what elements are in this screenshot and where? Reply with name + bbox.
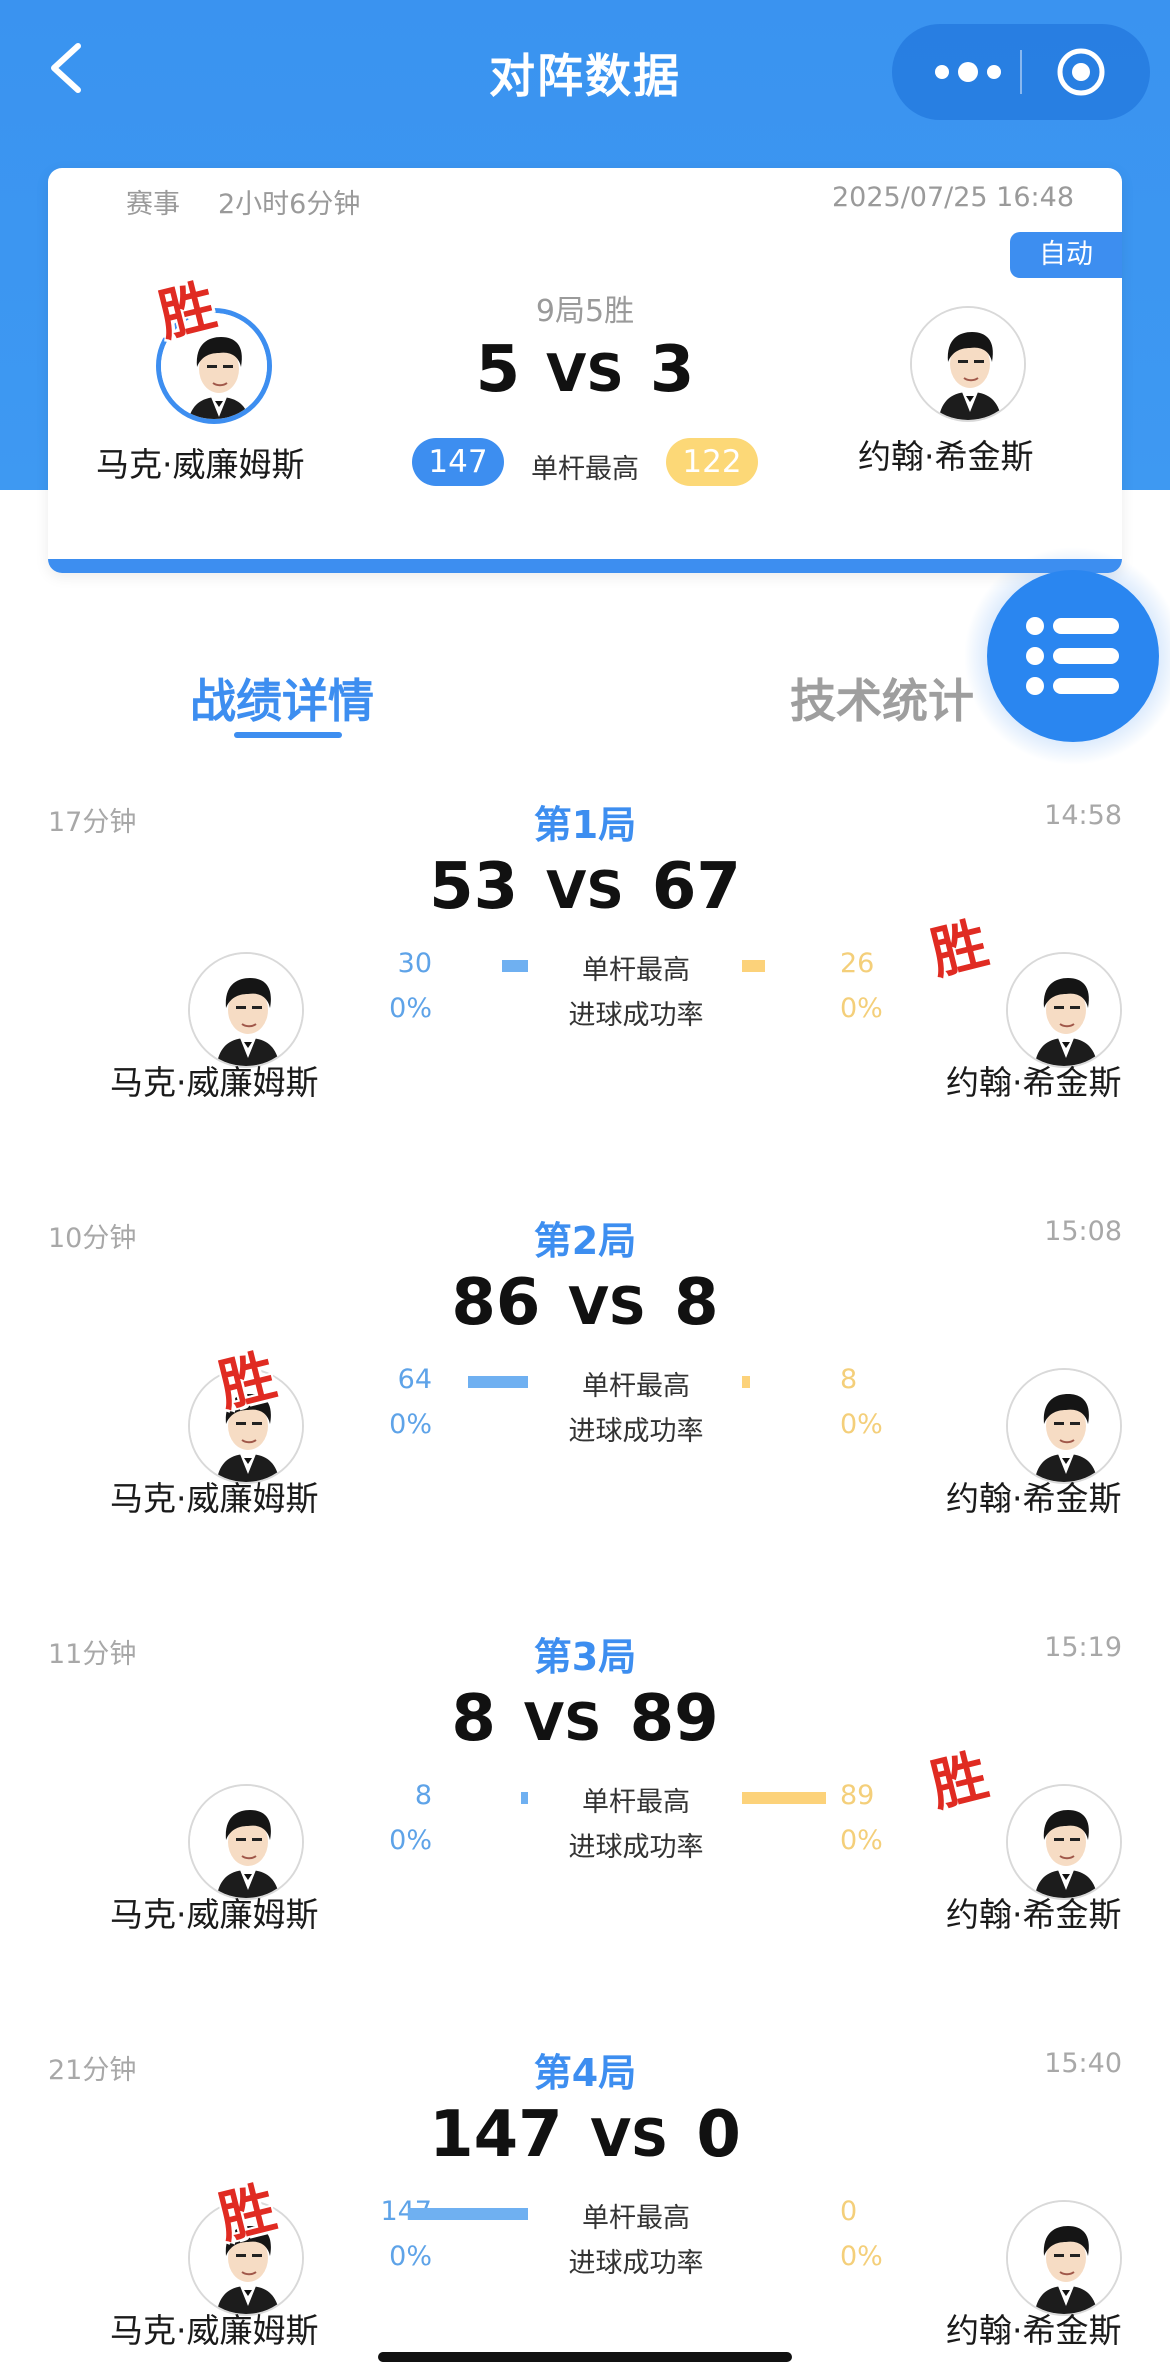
success-rate-label: 进球成功率	[568, 1416, 704, 1447]
highbreak-left-value: 30	[397, 948, 432, 979]
highbreak-right-pill: 122	[666, 438, 758, 486]
highbreak-label: 单杆最高	[582, 2203, 690, 2234]
avatar-right[interactable]	[1006, 1368, 1122, 1484]
highbreak-right-value: 89	[840, 1780, 875, 1811]
tab-record-details[interactable]: 战绩详情	[190, 665, 374, 731]
capsule-divider	[1020, 50, 1022, 94]
success-rate-label: 进球成功率	[568, 1000, 704, 1031]
score-left: 5	[475, 333, 521, 407]
match-meta: 赛事 2小时6分钟	[126, 182, 398, 221]
avatar-right[interactable]	[1006, 2200, 1122, 2316]
vs-label: VS	[546, 861, 624, 921]
match-summary-card: 赛事 2小时6分钟 2025/07/25 16:48 自动 9局5胜 5 VS 3 1…	[48, 168, 1122, 573]
success-rate-right: 0%	[840, 1825, 883, 1856]
highbreak-left-value: 8	[414, 1780, 432, 1811]
tab-active-indicator	[234, 732, 342, 738]
success-rate-left: 0%	[389, 1409, 432, 1440]
frame-card[interactable]: 21分钟 第4局 15:40 147 VS 0 147 单杆最高 0 0% 进球成功率 0% 马克·威廉…	[0, 2048, 1170, 2362]
frame-score: 8 VS 89	[0, 1682, 1170, 1756]
avatar-right[interactable]	[910, 306, 1026, 422]
player-left-name: 马克·威廉姆斯	[110, 1895, 319, 1934]
highbreak-right-value: 8	[840, 1364, 858, 1395]
avatar-left[interactable]	[188, 1784, 304, 1900]
frame-score-left: 147	[429, 2098, 563, 2172]
frame-title: 第2局	[533, 1219, 637, 1263]
frame-score: 53 VS 67	[0, 850, 1170, 924]
highbreak-left-bar	[468, 1376, 528, 1388]
success-rate-left: 0%	[389, 993, 432, 1024]
frame-time: 15:40	[1044, 2048, 1122, 2079]
frame-score-right: 8	[674, 1266, 719, 1340]
highbreak-label: 单杆最高	[582, 1787, 690, 1818]
player-left-name: 马克·威廉姆斯	[110, 1063, 319, 1102]
floating-menu-button[interactable]	[963, 546, 1170, 766]
highbreak-right-value: 26	[840, 948, 875, 979]
floating-menu-inner	[987, 570, 1159, 742]
frame-score-left: 53	[429, 850, 519, 924]
player-right-name: 约翰·希金斯	[946, 1063, 1122, 1102]
player-right-name: 约翰·希金斯	[946, 2311, 1122, 2350]
frame-score: 147 VS 0	[0, 2098, 1170, 2172]
frame-time: 14:58	[1044, 800, 1122, 831]
highbreak-right-value: 0	[840, 2196, 858, 2227]
highbreak-right-bar	[742, 1376, 750, 1388]
frame-score-right: 0	[696, 2098, 741, 2172]
nav-bar: 对阵数据	[0, 0, 1170, 150]
highbreak-left-value: 64	[397, 1364, 432, 1395]
frame-score: 86 VS 8	[0, 1266, 1170, 1340]
score-right: 3	[649, 333, 695, 407]
highbreak-label: 单杆最高	[582, 1371, 690, 1402]
card-accent-strip	[48, 559, 1122, 573]
success-rate-label: 进球成功率	[568, 2248, 704, 2279]
mini-program-capsule	[892, 24, 1150, 120]
highbreak-left-bar	[502, 960, 528, 972]
avatar-left[interactable]	[188, 952, 304, 1068]
vs-label: VS	[546, 344, 624, 404]
highbreak-label: 单杆最高	[582, 955, 690, 986]
player-right-name: 约翰·希金斯	[946, 1479, 1122, 1518]
player-left-name: 马克·威廉姆斯	[110, 2311, 319, 2350]
vs-label: VS	[568, 1277, 647, 1337]
highbreak-right-bar	[742, 1792, 826, 1804]
match-datetime: 2025/07/25 16:48	[831, 182, 1074, 213]
frame-score-right: 89	[629, 1682, 719, 1756]
player-left-name: 马克·威廉姆斯	[110, 1479, 319, 1518]
vs-label: VS	[590, 2109, 669, 2169]
close-target-icon[interactable]	[1055, 46, 1107, 98]
success-rate-left: 0%	[389, 2241, 432, 2272]
frame-title: 第1局	[533, 803, 637, 847]
frame-time: 15:08	[1044, 1216, 1122, 1247]
frame-title: 第3局	[533, 1635, 637, 1679]
highbreak-right-bar	[742, 960, 765, 972]
frame-score-left: 8	[451, 1682, 496, 1756]
home-indicator	[378, 2352, 792, 2362]
success-rate-right: 0%	[840, 993, 883, 1024]
success-rate-right: 0%	[840, 1409, 883, 1440]
success-rate-label: 进球成功率	[568, 1832, 704, 1863]
player-left-name: 马克·威廉姆斯	[96, 445, 305, 484]
frame-card[interactable]: 11分钟 第3局 15:19 8 VS 89 8 单杆最高 89 0% 进球成功率 0% 马克·威廉姆斯…	[0, 1632, 1170, 2048]
vs-label: VS	[523, 1693, 602, 1753]
frame-card[interactable]: 10分钟 第2局 15:08 86 VS 8 64 单杆最高 8 0% 进球成功率 0% 马克·威廉姆斯…	[0, 1216, 1170, 1632]
frame-time: 15:19	[1044, 1632, 1122, 1663]
match-type-label: 赛事	[126, 189, 180, 220]
match-duration: 2小时6分钟	[218, 189, 361, 220]
highbreak-row: 147 单杆最高 122	[412, 438, 758, 488]
tab-tech-stats[interactable]: 技术统计	[790, 665, 974, 731]
player-right-name: 约翰·希金斯	[858, 437, 1034, 476]
player-right-name: 约翰·希金斯	[946, 1895, 1122, 1934]
frame-score-left: 86	[451, 1266, 541, 1340]
frame-card[interactable]: 17分钟 第1局 14:58 53 VS 67 30 单杆最高 26 0% 进球成功率 0% 马克·威廉…	[0, 800, 1170, 1216]
list-icon	[1026, 617, 1119, 695]
avatar-right[interactable]	[1006, 1784, 1122, 1900]
success-rate-left: 0%	[389, 1825, 432, 1856]
frame-score-right: 67	[651, 850, 741, 924]
frame-title: 第4局	[533, 2051, 637, 2095]
highbreak-left-bar	[408, 2208, 528, 2220]
success-rate-right: 0%	[840, 2241, 883, 2272]
highbreak-left-bar	[521, 1792, 528, 1804]
auto-mode-badge[interactable]: 自动	[1010, 232, 1122, 278]
avatar-right[interactable]	[1006, 952, 1122, 1068]
more-icon[interactable]	[928, 52, 1008, 92]
